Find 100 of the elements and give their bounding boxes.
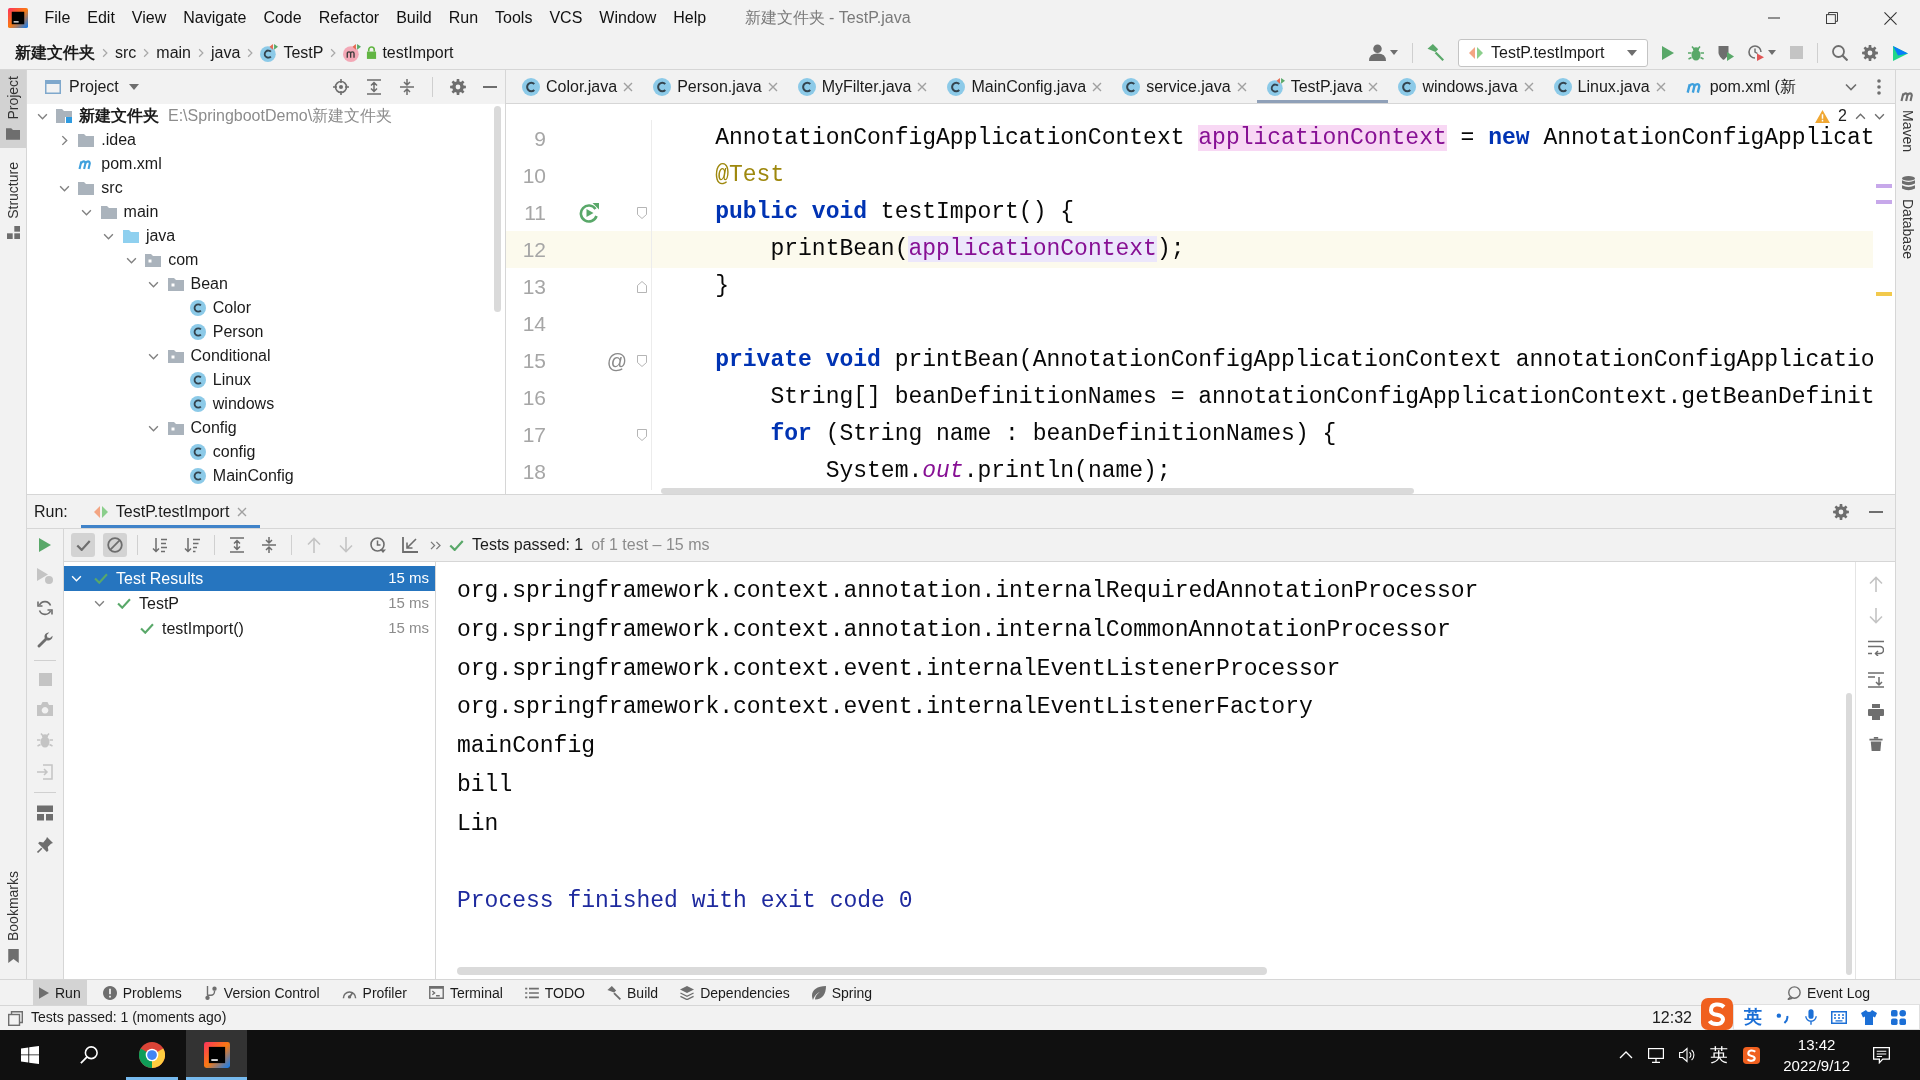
tool-window-button[interactable]: Run (33, 980, 87, 1005)
tree-item[interactable]: main (27, 200, 505, 224)
person-icon[interactable] (1369, 44, 1386, 61)
tree-item[interactable]: com (27, 248, 505, 272)
tab-list-chevron-icon[interactable] (1845, 82, 1857, 91)
menu-item[interactable]: Tools (486, 8, 541, 28)
menu-item[interactable]: File (36, 8, 79, 28)
play-icon[interactable] (39, 538, 51, 552)
tree-item[interactable]: 新建文件夹 E:\SpringbootDemo\新建文件夹 (27, 104, 505, 128)
tree-item[interactable]: Linux (27, 368, 505, 392)
test-tree-item[interactable]: testImport() 15 ms (64, 616, 435, 641)
chevron-down-icon[interactable] (148, 352, 159, 360)
shirt-icon[interactable] (1861, 1009, 1877, 1025)
chevron-down-icon[interactable] (103, 232, 115, 240)
tool-window-button[interactable]: Problems (96, 980, 188, 1005)
chevron-down-icon[interactable] (81, 208, 93, 216)
chevron-right-icon[interactable] (60, 134, 68, 146)
collapse-all-icon[interactable] (399, 79, 415, 95)
dropdown-caret-icon[interactable] (1390, 50, 1398, 55)
editor-tab[interactable]: MainConfig.java (937, 70, 1113, 103)
tool-window-button[interactable]: Version Control (197, 980, 326, 1005)
tree-item[interactable]: Conditional (27, 344, 505, 368)
more-icon[interactable] (1877, 78, 1881, 95)
chevron-down-icon[interactable] (148, 424, 159, 432)
editor-tab[interactable]: service.java (1112, 70, 1257, 103)
tree-item[interactable]: Bean (27, 272, 505, 296)
tree-item[interactable]: src (27, 176, 505, 200)
input-mode[interactable]: 英 (1744, 1008, 1762, 1026)
fold-marker-icon[interactable] (636, 428, 647, 441)
caret-position[interactable]: 12:32 (1651, 1008, 1692, 1028)
grid-icon[interactable] (1891, 1009, 1906, 1025)
tool-window-button[interactable]: Build (601, 980, 665, 1005)
chevron-down-icon[interactable] (58, 184, 70, 192)
tool-window-button[interactable]: Project (0, 70, 26, 148)
trash-icon[interactable] (1868, 736, 1883, 752)
settings-icon[interactable] (1862, 44, 1878, 61)
tree-item[interactable]: windows (27, 392, 505, 416)
menu-item[interactable]: Edit (78, 8, 124, 28)
refresh-arrows-icon[interactable] (37, 600, 53, 616)
scrollbar-thumb[interactable] (494, 106, 501, 312)
chevron-down-icon[interactable] (93, 600, 105, 607)
chevron-down-icon[interactable] (36, 112, 48, 120)
breadcrumb[interactable]: TestP (260, 42, 324, 63)
circular-arrow-play-icon[interactable] (579, 202, 599, 223)
fold-marker-icon[interactable] (636, 280, 647, 293)
tree-item[interactable]: pom.xml (27, 152, 505, 176)
tool-window-button[interactable]: Dependencies (674, 980, 796, 1005)
tree-item[interactable]: config (27, 440, 505, 464)
tree-item[interactable]: java (27, 224, 505, 248)
tool-window-button[interactable]: Structure (0, 155, 26, 248)
scroll-to-end-icon[interactable] (1867, 672, 1884, 688)
gutter-mark[interactable]: @ (606, 349, 628, 372)
taskbar-button[interactable] (186, 1030, 247, 1080)
chevron-up-icon[interactable] (1855, 112, 1866, 120)
target-icon[interactable] (333, 79, 349, 95)
show-passed-button[interactable] (71, 533, 95, 557)
microphone-icon[interactable] (1805, 1009, 1817, 1025)
triangle-logo-icon[interactable] (1892, 44, 1908, 61)
settings-icon[interactable] (1833, 503, 1849, 520)
editor-tab[interactable]: Color.java (512, 70, 644, 103)
editor-tab[interactable]: Linux.java (1543, 70, 1676, 103)
breadcrumb[interactable]: java (211, 42, 241, 63)
input-language[interactable]: 英 (1710, 1046, 1729, 1064)
editor-tab[interactable]: windows.java (1388, 70, 1544, 103)
dropdown-caret-icon[interactable] (1768, 50, 1776, 55)
play-icon[interactable] (1662, 45, 1674, 60)
menu-item[interactable]: View (123, 8, 175, 28)
input-method-logo-icon[interactable] (1701, 998, 1733, 1030)
event-log-button[interactable]: Event Log (1780, 981, 1876, 1004)
tool-window-button[interactable]: Maven (1896, 84, 1920, 161)
clock-play-icon[interactable] (1748, 44, 1764, 61)
tree-item[interactable]: .idea (27, 128, 505, 152)
test-tree-item[interactable]: TestP 15 ms (64, 591, 435, 616)
settings-icon[interactable] (450, 79, 466, 95)
view-dropdown[interactable]: Project (69, 77, 139, 97)
warning-icon[interactable] (1815, 109, 1831, 123)
test-tree-item[interactable]: Test Results 15 ms (64, 566, 435, 591)
restore-icon[interactable] (1826, 12, 1838, 24)
tool-window-button[interactable]: Profiler (335, 980, 413, 1005)
warning-count[interactable]: 2 (1838, 106, 1847, 126)
breadcrumb[interactable]: 新建文件夹 (15, 42, 95, 63)
expand-all-icon[interactable] (366, 79, 382, 95)
menu-item[interactable]: Run (440, 8, 487, 28)
volume-icon[interactable] (1679, 1047, 1696, 1063)
wrench-icon[interactable] (37, 632, 53, 648)
breadcrumb[interactable]: testImport (343, 42, 454, 63)
run-configuration-dropdown[interactable]: TestP.testImport (1458, 38, 1648, 67)
tool-window-button[interactable]: Spring (805, 980, 879, 1005)
run-tab[interactable]: TestP.testImport (80, 495, 261, 528)
layout-icon[interactable] (37, 805, 53, 821)
minimize-icon[interactable] (1869, 510, 1883, 513)
breadcrumb[interactable]: src (115, 42, 137, 63)
editor-tab[interactable]: pom.xml (新 (1675, 70, 1806, 103)
show-hidden-icons-icon[interactable] (1619, 1051, 1634, 1059)
chevron-down-icon[interactable] (125, 256, 137, 264)
search-icon[interactable] (80, 1046, 98, 1064)
menu-item[interactable]: Navigate (174, 8, 255, 28)
input-method-logo-icon[interactable] (1743, 1046, 1761, 1064)
start-icon[interactable] (21, 1046, 39, 1064)
shield-play-icon[interactable] (1718, 44, 1734, 61)
